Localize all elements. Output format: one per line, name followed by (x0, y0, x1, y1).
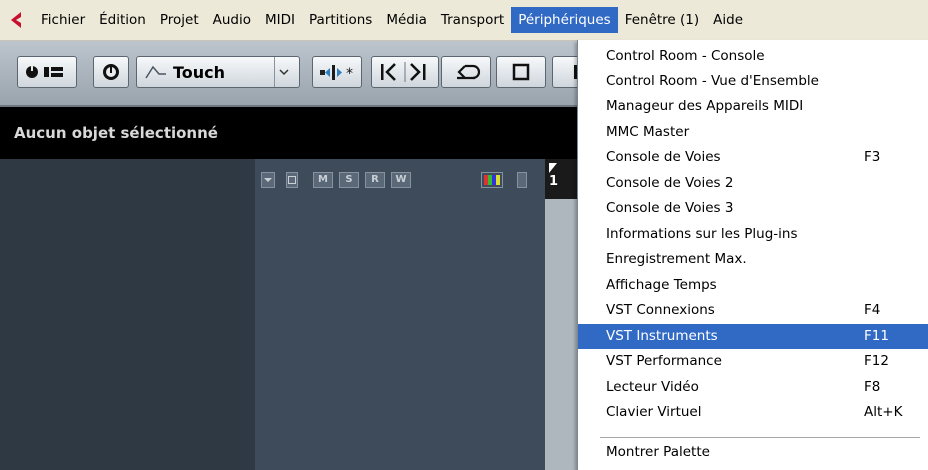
menu-item-mixer-2[interactable]: Console de Voies 2 (578, 171, 928, 196)
menu-item-control-room-console[interactable]: Control Room - Console (578, 44, 928, 69)
menu-edition[interactable]: Édition (92, 7, 153, 33)
track-options-icon[interactable] (286, 172, 298, 188)
inspector-panel (0, 159, 255, 470)
menu-item-mixer-3[interactable]: Console de Voies 3 (578, 196, 928, 221)
chevron-down-icon (274, 57, 293, 87)
clock-icon (103, 64, 119, 80)
cubase-window: Fichier Édition Projet Audio MIDI Partit… (0, 0, 928, 470)
menu-audio[interactable]: Audio (206, 7, 258, 33)
cycle-icon (457, 64, 481, 80)
automation-curve-icon (145, 65, 166, 79)
record-partial-icon (574, 65, 577, 79)
menu-item-time-display[interactable]: Affichage Temps (578, 273, 928, 298)
mute-all-button[interactable]: M (313, 172, 333, 188)
menu-fenetre[interactable]: Fenêtre (1) (618, 7, 706, 33)
read-all-button[interactable]: R (365, 172, 385, 188)
cycle-button[interactable] (441, 56, 491, 88)
go-to-locator-icon (381, 62, 426, 82)
menu-item-vst-connections[interactable]: VST Connexions F4 (578, 298, 928, 323)
menu-item-vst-performance[interactable]: VST Performance F12 (578, 349, 928, 374)
write-all-button[interactable]: W (391, 172, 411, 188)
menu-item-midi-device-manager[interactable]: Manageur des Appareils MIDI (578, 94, 928, 119)
snap-mode-button[interactable]: * (312, 56, 362, 88)
automation-mode-label: Touch (173, 62, 226, 82)
menu-bar: Fichier Édition Projet Audio MIDI Partit… (0, 0, 928, 41)
menu-item-control-room-overview[interactable]: Control Room - Vue d'Ensemble (578, 69, 928, 94)
menu-midi[interactable]: MIDI (258, 7, 302, 33)
cubase-logo-icon[interactable] (0, 0, 34, 40)
menu-transport[interactable]: Transport (434, 7, 511, 33)
track-colors-icon[interactable] (481, 172, 503, 188)
track-menu-chevron-icon[interactable] (261, 172, 275, 188)
menu-aide[interactable]: Aide (706, 7, 750, 33)
track-zoom-icon[interactable] (517, 172, 527, 188)
track-list-toolbar: M S R W (255, 167, 545, 193)
menu-item-plugin-information[interactable]: Informations sur les Plug-ins (578, 222, 928, 247)
left-locator-flag-icon (549, 163, 557, 173)
menu-item-max-recording[interactable]: Enregistrement Max. (578, 247, 928, 272)
menu-separator (600, 437, 920, 438)
solo-all-button[interactable]: S (339, 172, 359, 188)
menu-media[interactable]: Média (379, 7, 434, 33)
menu-item-mmc-master[interactable]: MMC Master (578, 120, 928, 145)
event-display[interactable] (545, 199, 580, 470)
menu-partitions[interactable]: Partitions (302, 7, 379, 33)
menu-item-mixer[interactable]: Console de Voies F3 (578, 145, 928, 170)
stop-icon (512, 63, 530, 81)
snap-arrows-icon: * (320, 65, 353, 81)
ruler-bar-number: 1 (549, 174, 559, 189)
power-window-layout-icon (26, 65, 63, 78)
menu-fichier[interactable]: Fichier (34, 7, 92, 33)
constrain-delay-button[interactable] (93, 56, 129, 88)
automation-mode-select[interactable]: Touch (136, 56, 300, 88)
ruler[interactable]: 1 (545, 159, 580, 199)
info-line-text: Aucun objet sélectionné (14, 124, 218, 142)
menu-item-virtual-keyboard[interactable]: Clavier Virtuel Alt+K (578, 400, 928, 425)
stop-button[interactable] (496, 56, 546, 88)
project-activation-button[interactable] (17, 56, 77, 88)
svg-text:*: * (346, 66, 353, 81)
menu-peripheriques[interactable]: Périphériques (511, 7, 618, 33)
track-list (255, 159, 545, 470)
project-toolbar: Touch * (0, 41, 600, 107)
peripheriques-menu: Control Room - Console Control Room - Vu… (577, 40, 928, 470)
menu-item-video-player[interactable]: Lecteur Vidéo F8 (578, 375, 928, 400)
info-line: Aucun objet sélectionné (0, 107, 580, 159)
menu-projet[interactable]: Projet (153, 7, 206, 33)
menu-item-vst-instruments[interactable]: VST Instruments F11 (578, 324, 928, 349)
locator-navigation-buttons[interactable] (371, 56, 439, 88)
menu-item-show-panel[interactable]: Montrer Palette (578, 440, 928, 465)
